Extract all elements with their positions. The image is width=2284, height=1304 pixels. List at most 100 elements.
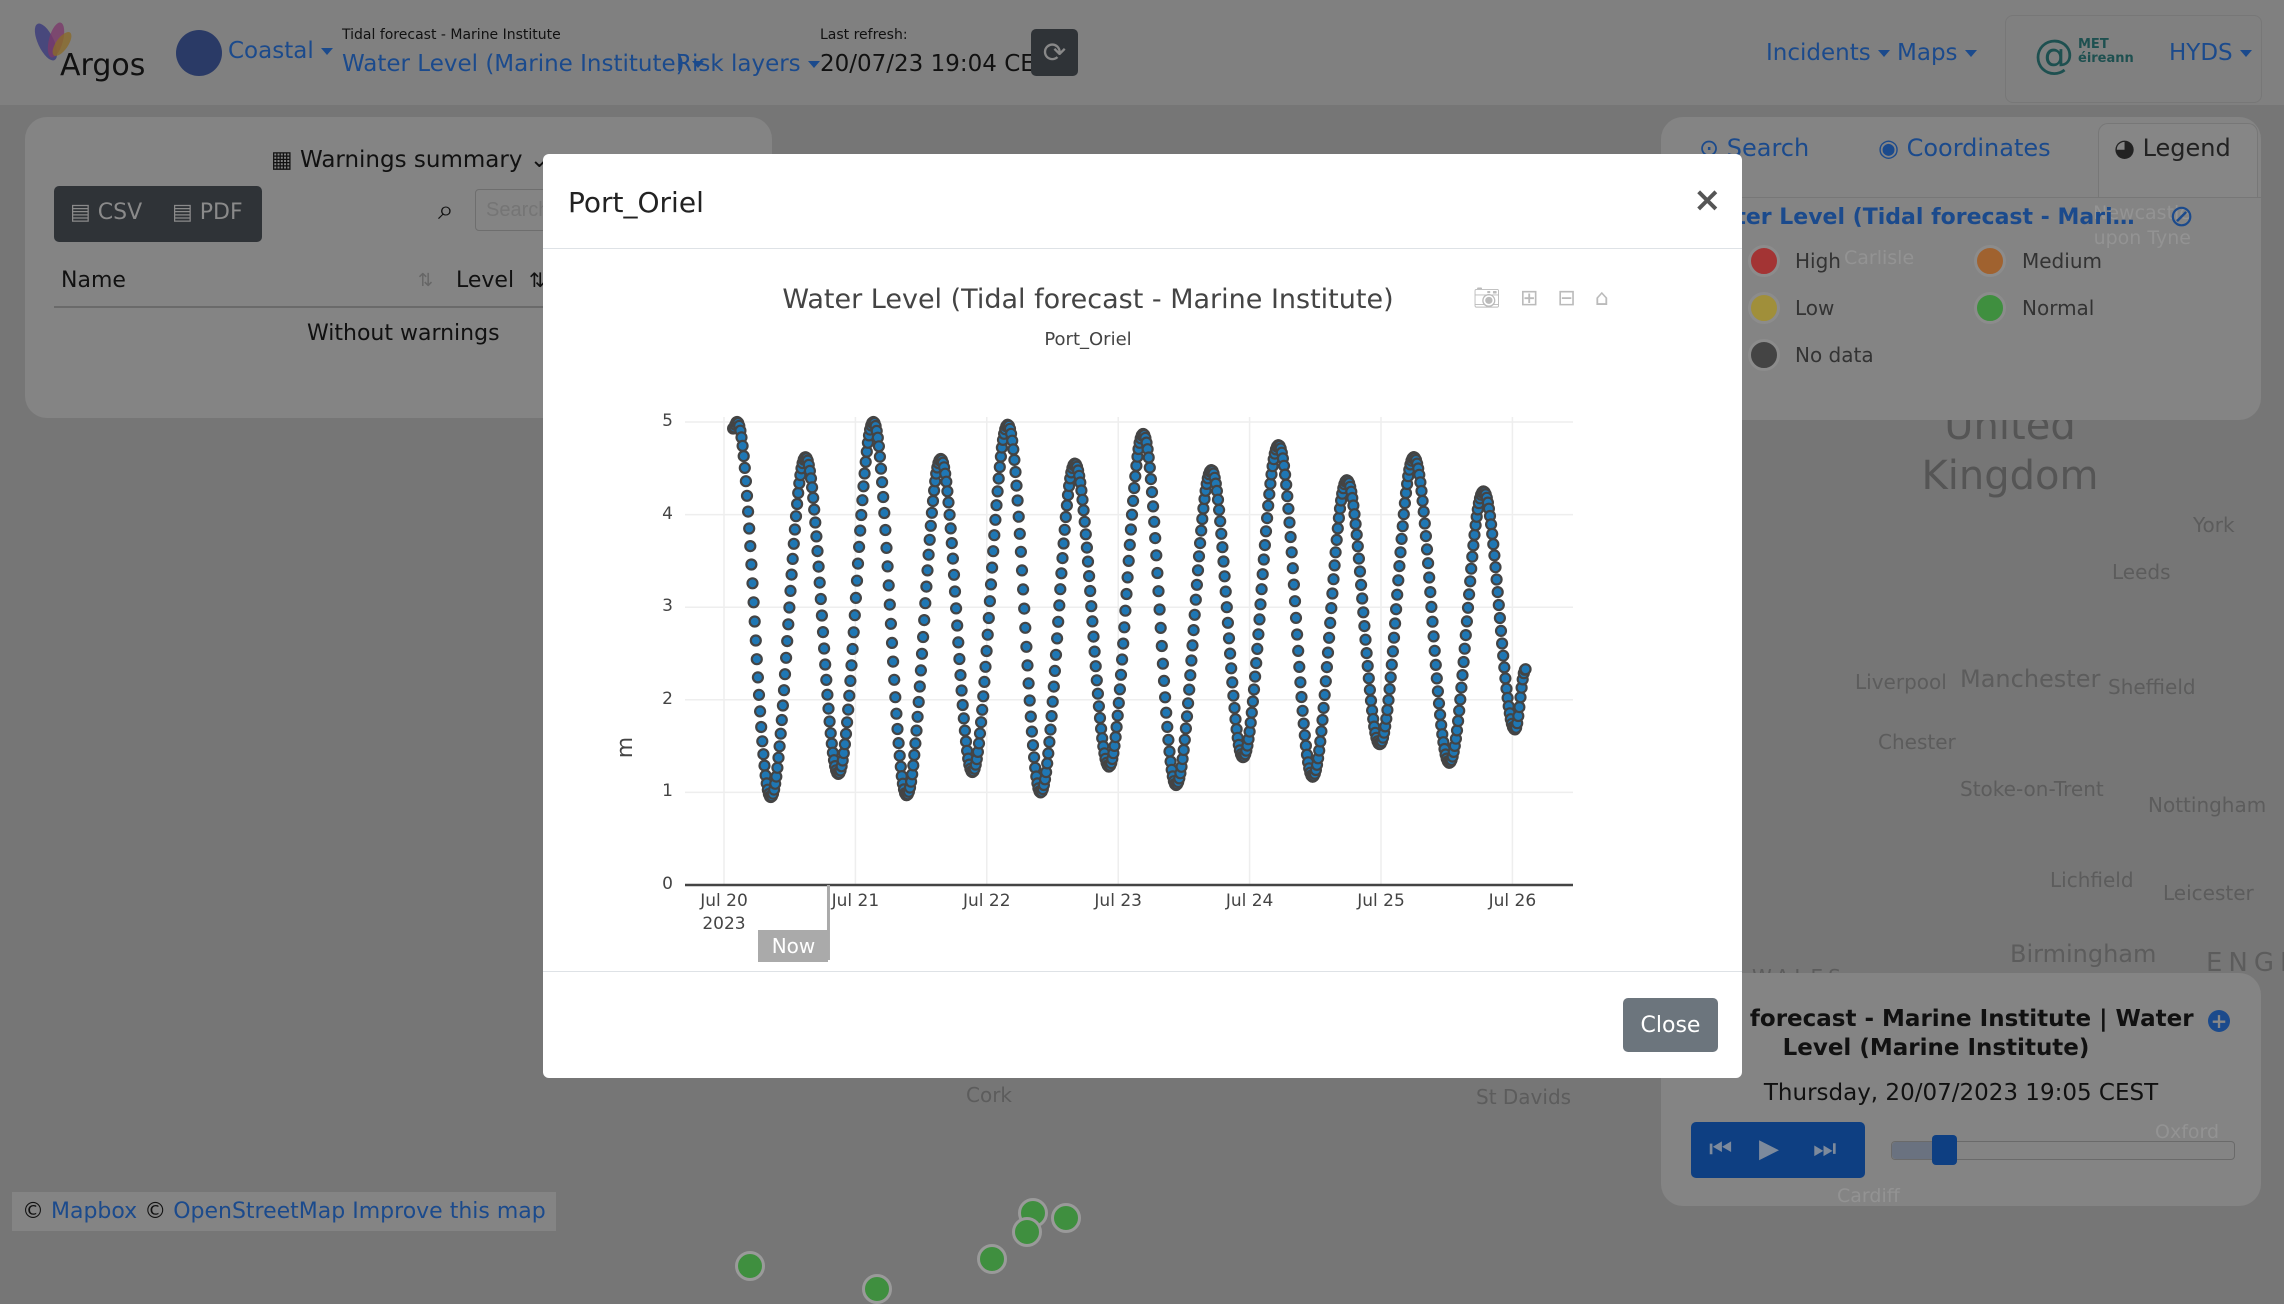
data-point xyxy=(1466,550,1479,563)
legend-low: Low xyxy=(1795,296,1835,320)
data-point xyxy=(1259,525,1273,538)
data-point xyxy=(1486,527,1499,540)
data-point xyxy=(1193,537,1207,550)
data-point xyxy=(946,552,959,565)
data-point xyxy=(1245,706,1258,719)
station-marker[interactable] xyxy=(977,1244,1007,1274)
data-point xyxy=(1331,522,1344,535)
time-slider[interactable] xyxy=(1891,1135,2235,1165)
data-point xyxy=(1320,661,1334,674)
data-point xyxy=(892,737,905,750)
data-point xyxy=(1317,701,1330,714)
data-point xyxy=(1026,739,1040,752)
step-back-button[interactable]: ⏮ xyxy=(1709,1134,1732,1165)
data-point xyxy=(777,684,791,697)
data-point xyxy=(1361,659,1374,673)
column-header-level[interactable]: Level xyxy=(456,268,514,293)
data-point xyxy=(986,561,999,574)
data-point xyxy=(1315,725,1328,738)
refresh-button[interactable]: ⟳ xyxy=(1031,29,1078,76)
data-point xyxy=(1397,508,1410,521)
data-point xyxy=(1154,621,1167,634)
station-marker[interactable] xyxy=(1051,1203,1081,1233)
hide-layer-icon[interactable]: ⊘ xyxy=(2169,199,2194,234)
add-icon[interactable]: + xyxy=(2208,1010,2230,1032)
data-point xyxy=(1196,512,1209,526)
data-point xyxy=(888,673,901,686)
data-point xyxy=(1009,465,1022,479)
data-point xyxy=(1455,681,1468,694)
close-button[interactable]: Close xyxy=(1623,998,1718,1052)
plot-area[interactable] xyxy=(543,249,1742,971)
data-point xyxy=(1057,537,1070,550)
data-point xyxy=(1153,603,1166,616)
risk-layers-dropdown[interactable]: Risk layers xyxy=(676,51,820,77)
data-point xyxy=(1244,716,1257,729)
station-marker[interactable] xyxy=(735,1251,765,1281)
data-point xyxy=(925,506,938,519)
pdf-button[interactable]: ▤ PDF xyxy=(172,200,243,225)
data-point xyxy=(1092,700,1106,713)
data-point xyxy=(1263,488,1276,501)
data-point xyxy=(787,537,800,550)
data-point xyxy=(1008,453,1021,466)
medium-level-icon xyxy=(1974,245,2006,277)
station-modal: Port_Oriel × Water Level (Tidal forecast… xyxy=(543,154,1742,1078)
data-point xyxy=(953,652,966,666)
playback-controls: ⏮ ▶ ⏭ xyxy=(1691,1122,1865,1178)
sort-icon[interactable]: ⇅ xyxy=(418,270,433,291)
data-point xyxy=(1282,502,1295,515)
variable-dropdown[interactable]: Water Level (Marine Institute) xyxy=(342,51,704,77)
station-marker[interactable] xyxy=(862,1274,892,1304)
data-point xyxy=(1110,720,1123,734)
data-point xyxy=(1353,565,1367,578)
data-point xyxy=(1453,704,1466,717)
data-point xyxy=(1163,745,1176,758)
data-point xyxy=(1158,691,1172,704)
data-point xyxy=(947,568,961,581)
data-point xyxy=(1492,598,1505,612)
tab-coordinates[interactable]: ◉ Coordinates xyxy=(1878,134,2051,162)
step-forward-button[interactable]: ⏭ xyxy=(1813,1134,1836,1165)
data-point xyxy=(977,690,990,703)
data-point xyxy=(1318,688,1331,701)
data-point xyxy=(1387,631,1401,644)
data-point xyxy=(1076,493,1089,506)
modal-title: Port_Oriel xyxy=(568,186,704,219)
tab-legend[interactable]: ◕ Legend xyxy=(2114,134,2231,162)
data-point xyxy=(812,560,825,573)
map-label: Leicester xyxy=(2163,881,2254,905)
data-point xyxy=(981,628,994,641)
data-point xyxy=(924,519,937,532)
data-point xyxy=(922,548,935,561)
modal-close-icon[interactable]: × xyxy=(1693,180,1722,220)
user-dropdown[interactable]: HYDS xyxy=(2169,40,2252,66)
map-label: York xyxy=(2193,513,2235,537)
domain-dropdown[interactable]: Coastal xyxy=(228,38,333,64)
brand-name[interactable]: Argos xyxy=(60,48,145,83)
data-point xyxy=(819,658,832,671)
osm-link[interactable]: OpenStreetMap xyxy=(173,1199,345,1224)
time-panel: Oxford Cardiff Tidal forecast - Marine I… xyxy=(1661,973,2261,1207)
warnings-summary-toggle[interactable]: ▦ Warnings summary ⌄ xyxy=(271,147,549,173)
slider-thumb[interactable] xyxy=(1931,1135,1957,1165)
data-point xyxy=(872,440,885,453)
station-marker[interactable] xyxy=(1012,1217,1042,1247)
data-point xyxy=(1149,532,1162,545)
data-point xyxy=(1348,508,1361,521)
data-point xyxy=(1433,708,1447,721)
improve-map-link[interactable]: Improve this map xyxy=(352,1199,545,1224)
mapbox-link[interactable]: Mapbox xyxy=(51,1199,137,1224)
data-point xyxy=(1256,568,1269,581)
data-point xyxy=(748,615,761,628)
data-point xyxy=(1148,515,1161,528)
incidents-dropdown[interactable]: Incidents xyxy=(1766,40,1890,66)
csv-button[interactable]: ▤ CSV xyxy=(70,200,142,225)
data-point xyxy=(1356,592,1369,605)
data-point xyxy=(1014,545,1027,558)
data-point xyxy=(1188,608,1201,621)
column-header-name[interactable]: Name xyxy=(61,268,126,293)
play-button[interactable]: ▶ xyxy=(1759,1134,1779,1164)
data-point xyxy=(874,462,888,475)
maps-dropdown[interactable]: Maps xyxy=(1897,40,1977,66)
